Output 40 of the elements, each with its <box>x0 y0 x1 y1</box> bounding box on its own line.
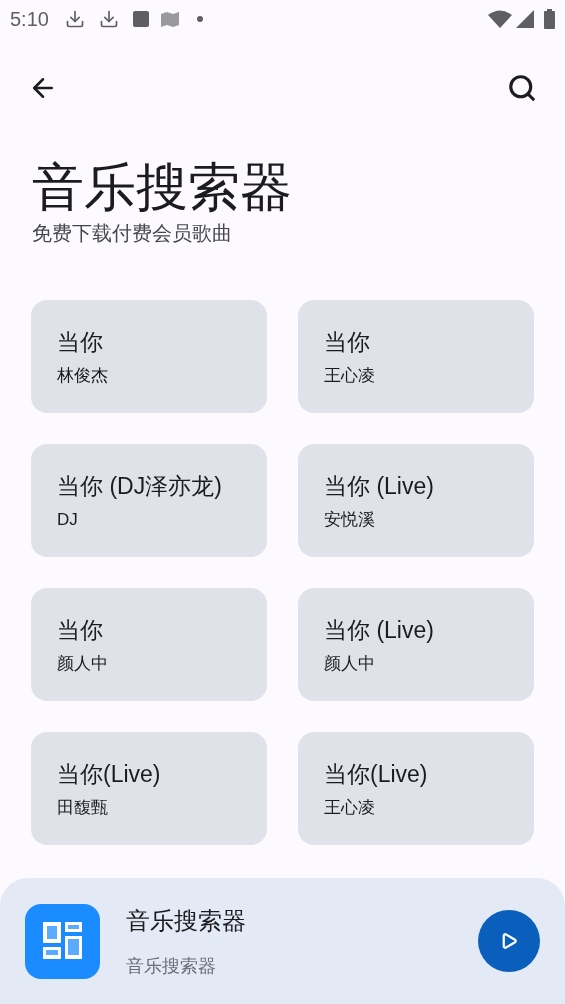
song-title: 当你 <box>57 327 104 357</box>
song-artist: 颜人中 <box>57 653 109 675</box>
song-artist: DJ <box>57 509 79 531</box>
song-artist: 林俊杰 <box>57 365 109 387</box>
dot-icon <box>196 16 203 22</box>
song-title: 当你 <box>324 327 371 357</box>
song-card[interactable]: 当你(Live) 王心凌 <box>298 732 534 845</box>
song-title: 当你 (Live) <box>324 615 435 645</box>
song-title: 当你 <box>57 615 104 645</box>
song-card[interactable]: 当你 (Live) 颜人中 <box>298 588 534 701</box>
download-icon <box>98 9 119 29</box>
song-title: 当你(Live) <box>324 759 429 789</box>
song-card[interactable]: 当你 王心凌 <box>298 300 534 413</box>
battery-icon <box>544 9 555 29</box>
song-title: 当你(Live) <box>57 759 162 789</box>
player-bar[interactable]: 音乐搜索器 音乐搜索器 <box>0 878 565 1004</box>
play-icon <box>500 932 518 950</box>
song-card[interactable]: 当你 (Live) 安悦溪 <box>298 444 534 557</box>
song-artist: 王心凌 <box>324 797 376 819</box>
song-card[interactable]: 当你 (DJ泽亦龙) DJ <box>31 444 267 557</box>
player-title: 音乐搜索器 <box>126 905 247 936</box>
song-artist: 田馥甄 <box>57 797 109 819</box>
status-time: 5:10 <box>10 7 49 32</box>
song-card[interactable]: 当你(Live) 田馥甄 <box>31 732 267 845</box>
song-artist: 颜人中 <box>324 653 376 675</box>
app-logo-icon <box>25 903 100 979</box>
song-card[interactable]: 当你 颜人中 <box>31 588 267 701</box>
wifi-icon <box>488 10 512 28</box>
download-icon <box>64 9 85 29</box>
search-icon[interactable] <box>507 73 537 103</box>
song-artist: 王心凌 <box>324 365 376 387</box>
map-icon <box>160 11 179 27</box>
signal-icon <box>516 10 534 28</box>
song-title: 当你 (Live) <box>324 471 435 501</box>
song-artist: 安悦溪 <box>324 509 376 531</box>
song-card[interactable]: 当你 林俊杰 <box>31 300 267 413</box>
page-title: 音乐搜索器 <box>32 157 293 218</box>
player-subtitle: 音乐搜索器 <box>126 954 217 978</box>
page-subtitle: 免费下载付费会员歌曲 <box>32 221 233 246</box>
song-title: 当你 (DJ泽亦龙) <box>57 471 223 501</box>
